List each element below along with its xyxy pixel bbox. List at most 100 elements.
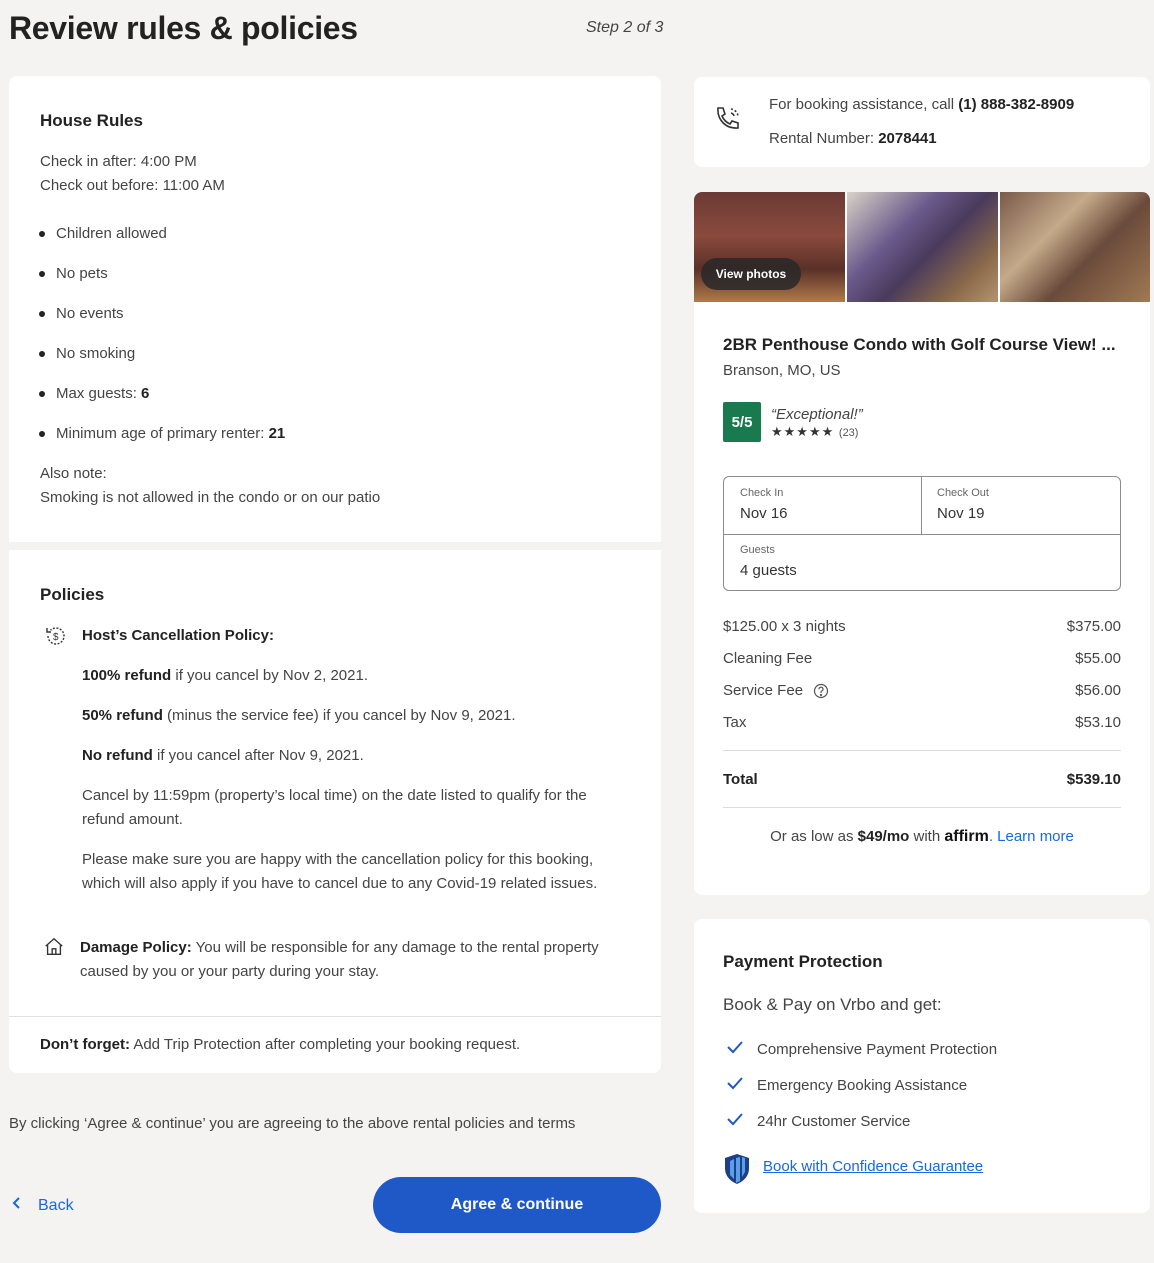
divider (723, 807, 1121, 808)
guests-value[interactable]: 4 guests (740, 562, 797, 579)
bullet-icon (39, 391, 45, 397)
house-rules-card: House Rules Check in after: 4:00 PM Chec… (9, 76, 661, 542)
price-label: $125.00 x 3 nights (723, 618, 846, 635)
price-row-tax: Tax $53.10 (723, 714, 1121, 731)
no-refund-bold: No refund (82, 747, 153, 764)
dont-forget-text: Add Trip Protection after completing you… (129, 1036, 521, 1053)
house-icon (43, 936, 65, 963)
damage-policy-line-2: caused by you or your party during your … (80, 963, 380, 980)
listing-title: 2BR Penthouse Condo with Golf Course Vie… (723, 335, 1116, 354)
half-refund-text: (minus the service fee) if you cancel by… (162, 707, 516, 724)
damage-policy-bold: Damage Policy: (80, 939, 192, 956)
price-value: $375.00 (1066, 618, 1121, 635)
rating-badge: 5/5 (723, 402, 761, 442)
agreement-note: By clicking ‘Agree & continue’ you are a… (9, 1115, 576, 1132)
rental-number-line: Rental Number: 2078441 (769, 127, 937, 151)
checkmark-icon (727, 1112, 743, 1130)
total-row: Total $539.10 (723, 771, 1121, 788)
damage-policy-line-1: Damage Policy: You will be responsible f… (80, 936, 599, 960)
affirm-logo: affirm (944, 828, 989, 845)
shield-icon (723, 1153, 751, 1190)
agree-continue-button[interactable]: Agree & continue (373, 1177, 661, 1233)
full-refund-line: 100% refund if you cancel by Nov 2, 2021… (82, 664, 368, 688)
assistance-text: For booking assistance, call (769, 96, 959, 113)
full-refund-bold: 100% refund (82, 667, 172, 684)
svg-text:$: $ (53, 632, 59, 643)
confidence-guarantee-link[interactable]: Book with Confidence Guarantee (763, 1158, 983, 1175)
listing-summary-card: View photos 2BR Penthouse Condo with Gol… (694, 192, 1150, 895)
price-row-nights: $125.00 x 3 nights $375.00 (723, 618, 1121, 635)
price-row-cleaning: Cleaning Fee $55.00 (723, 650, 1121, 667)
phone-icon (712, 103, 744, 140)
service-fee-label-group: Service Fee (723, 682, 829, 699)
check-in-value[interactable]: Nov 16 (740, 505, 788, 522)
guests-label: Guests (740, 544, 775, 556)
bullet-icon (39, 431, 45, 437)
policies-title: Policies (40, 585, 105, 604)
price-label: Service Fee (723, 682, 804, 699)
no-refund-text: if you cancel after Nov 9, 2021. (152, 747, 364, 764)
price-value: $56.00 (1075, 682, 1121, 699)
back-label: Back (38, 1196, 74, 1214)
divider (921, 477, 922, 534)
star-icons: ★★★★★ (771, 424, 835, 439)
price-row-service: Service Fee $56.00 (723, 682, 1121, 699)
check-in-label: Check In (740, 487, 784, 499)
step-indicator: Step 2 of 3 (586, 19, 664, 36)
listing-photo-3[interactable] (1000, 192, 1150, 302)
divider (723, 750, 1121, 751)
divider (724, 534, 1120, 535)
review-count[interactable]: (23) (839, 427, 859, 439)
cancel-by-line-1: Cancel by 11:59pm (property’s local time… (82, 787, 587, 804)
check-out-value[interactable]: Nov 19 (937, 505, 985, 522)
min-age-label: Minimum age of primary renter: (56, 425, 269, 442)
damage-policy-text: You will be responsible for any damage t… (191, 939, 599, 956)
also-note-label: Also note: (40, 465, 107, 482)
price-label: Tax (723, 714, 747, 731)
payment-protection-title: Payment Protection (723, 952, 883, 971)
policies-card: Policies $ Host’s Cancellation Policy: 1… (9, 550, 661, 1073)
rating-stars: ★★★★★ (23) (771, 424, 858, 440)
rental-number: 2078441 (878, 130, 937, 147)
max-guests-value: 6 (141, 385, 150, 402)
protection-item-label: 24hr Customer Service (757, 1112, 911, 1130)
learn-more-link[interactable]: Learn more (997, 828, 1074, 845)
checkmark-icon (727, 1040, 743, 1058)
bullet-icon (39, 311, 45, 317)
rule-children: Children allowed (56, 225, 167, 242)
help-icon[interactable] (813, 683, 829, 699)
protection-item: Comprehensive Payment Protection (727, 1040, 997, 1058)
bullet-icon (39, 231, 45, 237)
bullet-icon (39, 271, 45, 277)
check-in-time: Check in after: 4:00 PM (40, 153, 197, 170)
rule-events: No events (56, 305, 124, 322)
page-title: Review rules & policies (9, 10, 358, 46)
no-refund-line: No refund if you cancel after Nov 9, 202… (82, 744, 364, 768)
protection-item-label: Emergency Booking Assistance (757, 1076, 968, 1094)
house-rules-title: House Rules (40, 111, 143, 130)
check-out-time: Check out before: 11:00 AM (40, 177, 225, 194)
check-out-label: Check Out (937, 487, 989, 499)
assistance-line: For booking assistance, call (1) 888-382… (769, 93, 1074, 117)
total-label: Total (723, 771, 758, 788)
payment-protection-subtitle: Book & Pay on Vrbo and get: (723, 995, 942, 1014)
rule-smoking: No smoking (56, 345, 136, 362)
also-note-text: Smoking is not allowed in the condo or o… (40, 489, 381, 506)
view-photos-button[interactable]: View photos (701, 258, 801, 290)
listing-photo-2[interactable] (847, 192, 998, 302)
divider (9, 1016, 661, 1017)
listing-location: Branson, MO, US (723, 362, 841, 379)
covid-line-1: Please make sure you are happy with the … (82, 851, 594, 868)
bullet-icon (39, 351, 45, 357)
full-refund-text: if you cancel by Nov 2, 2021. (171, 667, 368, 684)
trip-details-box[interactable]: Check In Nov 16 Check Out Nov 19 Guests … (723, 476, 1121, 591)
back-link[interactable]: Back (12, 1196, 74, 1215)
assistance-phone: (1) 888-382-8909 (958, 96, 1075, 113)
rating-text: “Exceptional!” (771, 406, 863, 423)
rule-min-age: Minimum age of primary renter: 21 (56, 422, 285, 446)
affirm-pre-text: Or as low as (770, 828, 858, 845)
rule-max-guests: Max guests: 6 (56, 382, 149, 406)
cancellation-policy-title: Host’s Cancellation Policy: (82, 627, 274, 644)
price-value: $53.10 (1075, 714, 1121, 731)
affirm-financing: Or as low as $49/mo with affirm. Learn m… (694, 828, 1150, 846)
